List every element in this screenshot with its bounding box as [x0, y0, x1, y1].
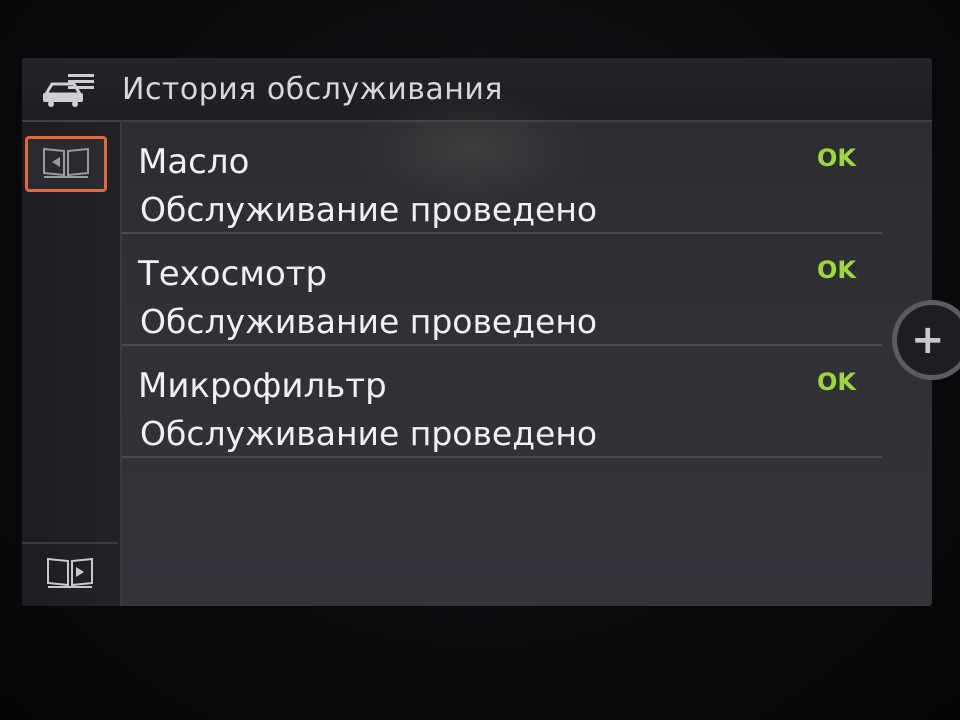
book-forward-icon [44, 555, 96, 593]
plus-icon: + [911, 317, 945, 363]
left-sidebar [22, 122, 122, 606]
item-name: Техосмотр [138, 254, 328, 294]
item-name: Масло [138, 142, 250, 182]
page-title: История обслуживания [122, 72, 503, 107]
header-bar: История обслуживания [22, 58, 932, 122]
list-item[interactable]: Техосмотр Обслуживание проведено OK [122, 234, 882, 346]
service-history-list: Масло Обслуживание проведено OK Техосмот… [122, 122, 882, 458]
item-status: Обслуживание проведено [140, 302, 598, 341]
list-item[interactable]: Микрофильтр Обслуживание проведено OK [122, 346, 882, 458]
status-badge: OK [817, 256, 856, 284]
list-item[interactable]: Масло Обслуживание проведено OK [122, 122, 882, 234]
item-name: Микрофильтр [138, 366, 387, 406]
idrive-screen: История обслуживания Масло Обслуживание … [22, 58, 932, 606]
forward-button[interactable] [22, 542, 118, 604]
back-button[interactable] [25, 136, 107, 192]
item-status: Обслуживание проведено [140, 414, 598, 453]
car-service-icon [40, 72, 98, 108]
book-back-icon [40, 145, 92, 183]
status-badge: OK [817, 368, 856, 396]
status-badge: OK [817, 144, 856, 172]
item-status: Обслуживание проведено [140, 190, 598, 229]
